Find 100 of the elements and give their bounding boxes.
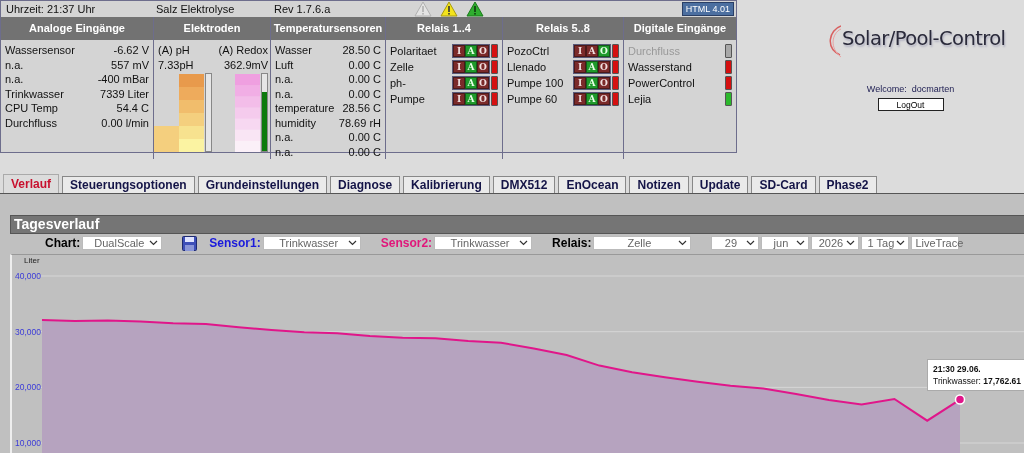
tab[interactable]: Verlauf [3, 174, 60, 193]
relay-mode-button[interactable]: I [574, 61, 586, 73]
sensor-label: n.a. [275, 86, 294, 101]
sensor-label: Wasser [275, 43, 312, 58]
tab[interactable]: Steuerungsoptionen [62, 176, 195, 193]
chevron-icon [896, 240, 906, 246]
relay-name: Llenado [507, 60, 547, 75]
sensor-label: CPU Temp [5, 101, 58, 116]
chevron-icon [846, 240, 856, 246]
sensor-value: 0.00 C [348, 144, 381, 159]
sensor-label: n.a. [275, 144, 294, 159]
data-point [954, 394, 966, 405]
relay-mode-button[interactable]: A [465, 45, 477, 57]
chevron-icon [519, 240, 529, 246]
relay-mode-button[interactable]: I [453, 45, 465, 57]
relay-mode-button[interactable]: O [477, 77, 489, 89]
section-title-bar: Tagesverlauf [10, 215, 1024, 234]
relay-mode-button[interactable]: A [586, 61, 598, 73]
dropdown[interactable]: 29 [711, 236, 760, 250]
tab[interactable]: Grundeinstellungen [197, 176, 328, 193]
chevron-icon [796, 240, 806, 246]
relay-mode-button[interactable]: A [465, 61, 477, 73]
column-heading: Elektroden [154, 17, 270, 40]
relay-mode-button[interactable]: A [586, 77, 598, 89]
axis-tick-label: 10,000 [15, 438, 41, 448]
dropdown[interactable]: DualScale [82, 236, 163, 250]
column-heading: Relais 1..4 [386, 17, 502, 40]
sensor-value: 0.00 C [348, 130, 381, 145]
axis-tick-label: 30,000 [15, 326, 41, 337]
relay-mode-button[interactable]: I [574, 77, 586, 89]
tooltip-title: 21:30 29.06. [933, 362, 982, 375]
electrode-reading: 7.33pH [158, 57, 194, 72]
sensor-label: n.a. [275, 72, 294, 87]
relay-name: Pumpe 60 [507, 92, 558, 107]
tab[interactable]: DMX512 [492, 176, 556, 193]
relay-mode-button[interactable]: A [465, 93, 477, 105]
sensor-value: 0.00 C [348, 72, 381, 87]
logout-button[interactable]: LogOut [877, 98, 944, 111]
dropdown[interactable]: 1 Tag [861, 236, 910, 250]
tab[interactable]: Phase2 [818, 176, 877, 193]
relay-mode-button[interactable]: O [477, 61, 489, 73]
relay-mode-button[interactable]: I [453, 77, 465, 89]
warning-icon [466, 1, 484, 17]
sensor-value: -6.62 V [113, 43, 149, 58]
sensor-label: humidity [275, 115, 316, 130]
electrode-name: (A) Redox [218, 43, 268, 58]
tab[interactable]: Diagnose [330, 176, 401, 193]
validation-badge[interactable]: HTML 4.01 [681, 2, 734, 16]
relay-mode-button[interactable]: I [453, 61, 465, 73]
dropdown[interactable]: 2026 [811, 236, 860, 250]
relay-name: Polaritaet [390, 44, 437, 59]
warning-icon [414, 1, 432, 17]
tab[interactable]: Notizen [629, 176, 689, 193]
mode-text: Salz Elektrolyse [156, 3, 236, 15]
relay-mode-button[interactable]: O [477, 93, 489, 105]
dropdown[interactable]: Trinkwasser [434, 236, 533, 250]
tab[interactable]: Update [691, 176, 749, 193]
column-heading: Relais 5..8 [503, 17, 623, 40]
welcome-text: Welcome: docmarten [866, 84, 955, 94]
tab[interactable]: SD-Card [751, 176, 816, 193]
control-label: Sensor1: [209, 236, 261, 250]
tab[interactable]: EnOcean [558, 176, 627, 193]
column-heading: Analoge Eingänge [1, 17, 153, 40]
electrode-name: (A) pH [158, 43, 190, 58]
relay-mode-button[interactable]: O [598, 77, 610, 89]
sensor-value: 7339 Liter [100, 86, 149, 101]
tab[interactable]: Kalibrierung [403, 176, 490, 193]
relay-mode-button[interactable]: A [465, 77, 477, 89]
relay-mode-button[interactable]: O [598, 93, 610, 105]
save-icon[interactable] [182, 235, 198, 251]
sensor-value: 54.4 C [116, 101, 149, 116]
input-label: Wasserstand [628, 60, 692, 75]
sensor-label: n.a. [275, 130, 294, 145]
sensor-label: temperature [275, 101, 335, 116]
sensor-value: -400 mBar [97, 72, 149, 87]
relay-name: PozoCtrl [507, 44, 550, 59]
relay-mode-button[interactable]: I [574, 45, 586, 57]
input-label: Durchfluss [628, 44, 680, 59]
sensor-label: n.a. [5, 57, 24, 72]
swoosh-drawing [827, 24, 841, 58]
relay-mode-button[interactable]: O [477, 45, 489, 57]
chevron-icon [347, 240, 357, 246]
sensor-value: 78.69 rH [338, 115, 381, 130]
sensor-label: Luft [275, 57, 294, 72]
dropdown[interactable]: Zelle [593, 236, 692, 250]
control-label: Relais: [552, 236, 592, 250]
axis-tick-label: 40,000 [15, 271, 41, 281]
relay-mode-button[interactable]: A [586, 45, 598, 57]
relay-mode-button[interactable]: I [574, 93, 586, 105]
dropdown[interactable]: Trinkwasser [262, 236, 361, 250]
relay-mode-button[interactable]: I [453, 93, 465, 105]
relay-name: Pumpe 100 [507, 76, 564, 91]
relay-mode-button[interactable]: A [586, 93, 598, 105]
time-text: Uhrzeit: 21:37 Uhr [6, 3, 97, 15]
relay-mode-button[interactable]: O [598, 61, 610, 73]
relay-name: Pumpe [390, 92, 425, 107]
chevron-icon [149, 240, 159, 246]
column-heading: Temperatursensoren [271, 17, 385, 40]
dropdown[interactable]: jun [761, 236, 810, 250]
chevron-icon [678, 240, 688, 246]
